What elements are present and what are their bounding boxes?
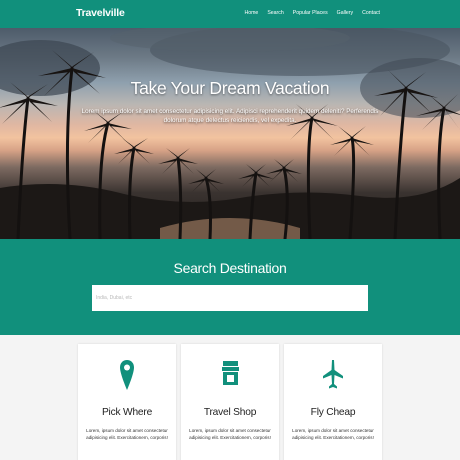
hero-title: Take Your Dream Vacation [130, 78, 330, 98]
navbar: Travelville Home Search Popular Places G… [0, 0, 460, 28]
feature-text: Lorem, ipsum dolor sit amet consectetur … [189, 428, 271, 440]
hero-subtitle: Lorem ipsum dolor sit amet consectetur a… [81, 108, 379, 124]
features-section: Pick Where Lorem, ipsum dolor sit amet c… [78, 344, 382, 460]
feature-text: Lorem, ipsum dolor sit amet consectetur … [86, 428, 168, 440]
store-icon [181, 360, 279, 390]
feature-title: Travel Shop [203, 407, 257, 418]
plane-icon [284, 360, 382, 390]
brand-logo[interactable]: Travelville [76, 7, 125, 19]
feature-title: Fly Cheap [310, 407, 356, 418]
palm-trees-background [0, 28, 460, 239]
nav-menu: Home Search Popular Places Gallery Conta… [244, 10, 380, 16]
hero-section: Take Your Dream Vacation Lorem ipsum dol… [0, 28, 460, 239]
nav-link-popular-places[interactable]: Popular Places [293, 10, 328, 16]
nav-link-contact[interactable]: Contact [362, 10, 380, 16]
search-section: Search Destination [0, 239, 460, 335]
nav-link-home[interactable]: Home [244, 10, 258, 16]
feature-card-travel-shop: Travel Shop Lorem, ipsum dolor sit amet … [181, 344, 279, 460]
feature-text: Lorem, ipsum dolor sit amet consectetur … [292, 428, 374, 440]
feature-card-pick-where: Pick Where Lorem, ipsum dolor sit amet c… [78, 344, 176, 460]
feature-title: Pick Where [101, 407, 153, 418]
search-input[interactable] [92, 285, 368, 311]
nav-link-search[interactable]: Search [267, 10, 283, 16]
map-marker-icon [78, 360, 176, 390]
nav-link-gallery[interactable]: Gallery [337, 10, 353, 16]
feature-card-fly-cheap: Fly Cheap Lorem, ipsum dolor sit amet co… [284, 344, 382, 460]
search-title: Search Destination [173, 260, 287, 276]
